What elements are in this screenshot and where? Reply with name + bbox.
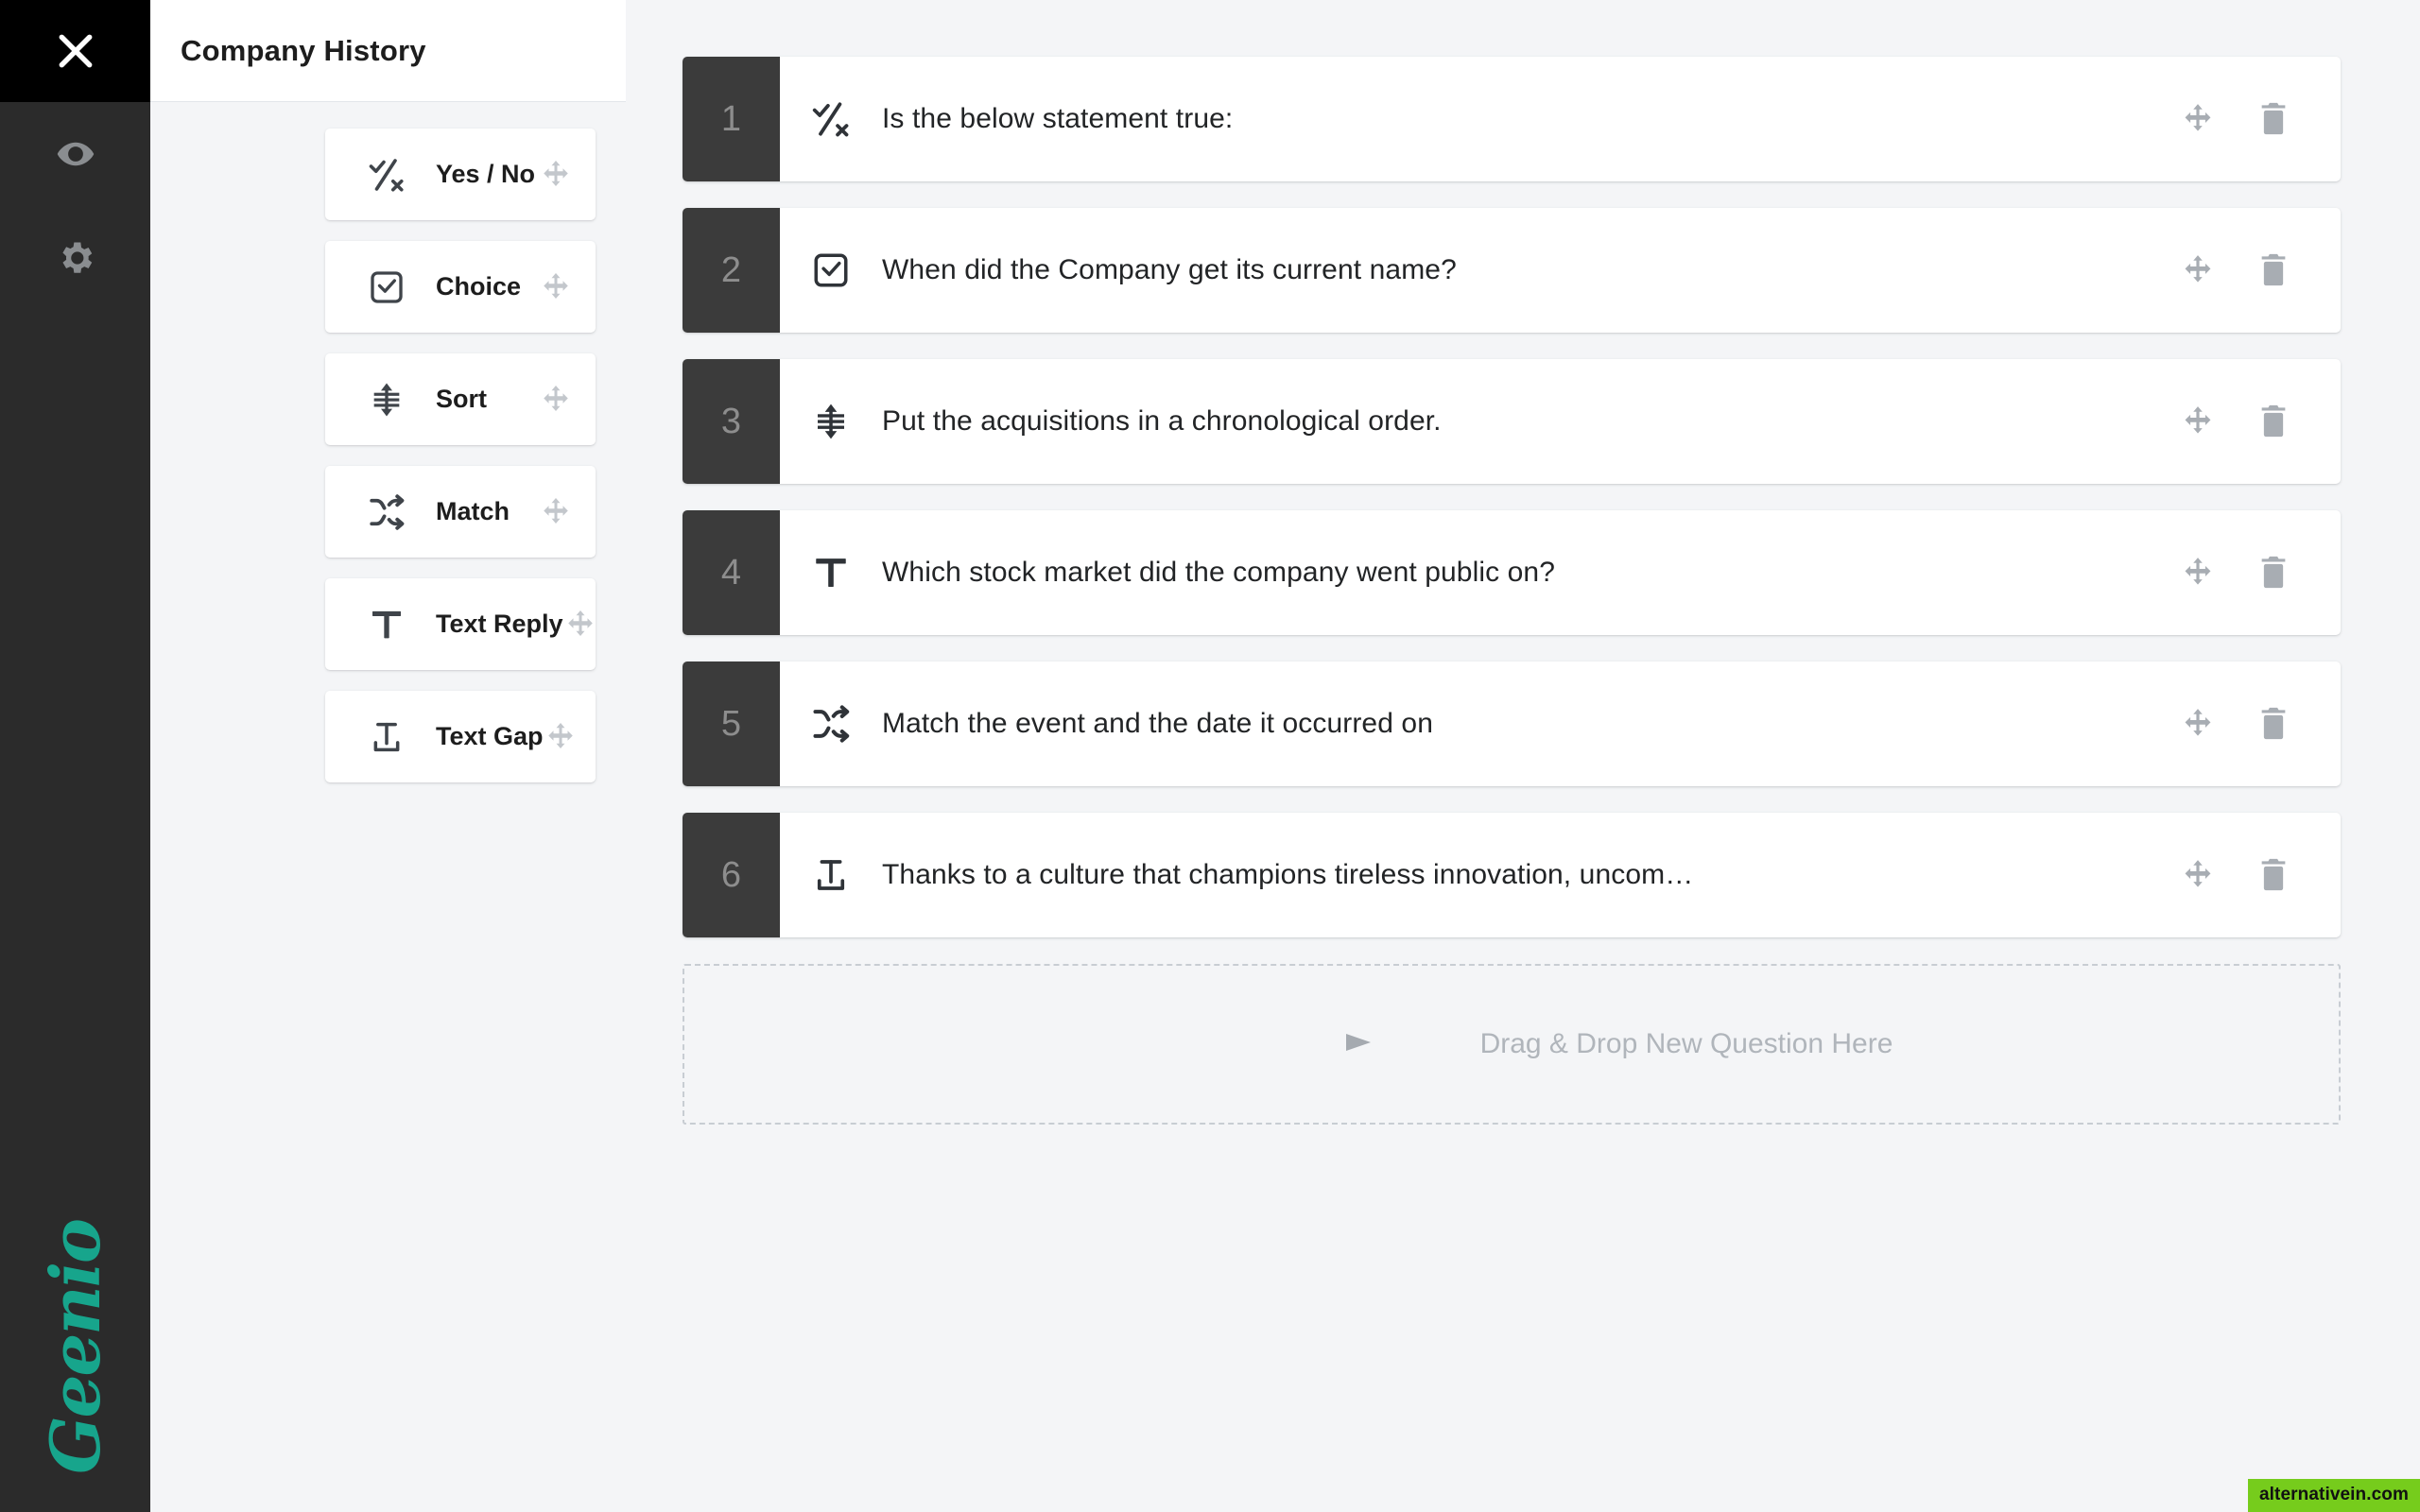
palette-item-label: Text Gap (436, 722, 544, 750)
palette-item-label: Yes / No (436, 160, 536, 188)
question-type-palette: Company History Yes / No Choice Sort Mat… (150, 0, 626, 1512)
gear-icon (55, 237, 96, 279)
question-text: Is the below statement true: (882, 103, 1234, 134)
row-actions (2180, 208, 2341, 333)
move-icon[interactable] (563, 608, 597, 642)
palette-item-text-reply[interactable]: Text Reply (325, 578, 596, 670)
palette-item-match[interactable]: Match (325, 466, 596, 558)
yes-no-icon (780, 57, 882, 181)
palette-item-label: Sort (436, 385, 487, 413)
shuffle-icon (780, 662, 882, 786)
checkbox-icon (780, 208, 882, 333)
move-icon[interactable] (2180, 555, 2216, 591)
move-icon[interactable] (2180, 252, 2216, 288)
trash-icon[interactable] (2257, 555, 2290, 591)
question-text: Thanks to a culture that champions tirel… (882, 859, 1694, 890)
page-title: Company History (181, 33, 426, 67)
row-actions (2180, 510, 2341, 635)
table-row[interactable]: 2 When did the Company get its current n… (683, 208, 2341, 333)
move-icon[interactable] (539, 270, 573, 304)
question-index: 3 (683, 359, 780, 484)
sort-icon (780, 359, 882, 484)
watermark-badge: alternativein.com (2248, 1479, 2420, 1512)
question-index: 1 (683, 57, 780, 181)
drop-zone-label: Drag & Drop New Question Here (1479, 1028, 1893, 1059)
move-icon[interactable] (544, 720, 578, 754)
trash-icon[interactable] (2257, 252, 2290, 288)
palette-item-label: Match (436, 497, 510, 525)
trash-icon[interactable] (2257, 857, 2290, 893)
eye-icon (56, 134, 95, 174)
palette-item-yes-no[interactable]: Yes / No (325, 129, 596, 220)
text-icon (363, 606, 410, 644)
palette-item-label: Choice (436, 272, 522, 301)
preview-button[interactable] (0, 102, 150, 206)
settings-button[interactable] (0, 206, 150, 310)
move-icon[interactable] (2180, 404, 2216, 439)
move-icon[interactable] (539, 158, 573, 192)
question-index: 5 (683, 662, 780, 786)
geenio-logo: Geenio (0, 1220, 150, 1474)
palette-item-choice[interactable]: Choice (325, 241, 596, 333)
logo-text: Geenio (34, 1220, 115, 1474)
yes-no-icon (363, 155, 410, 195)
trash-icon[interactable] (2257, 706, 2290, 742)
left-rail: Geenio (0, 0, 150, 1512)
checkbox-icon (363, 268, 410, 306)
question-list-canvas: 1 Is the below statement true: 2 When di… (626, 0, 2420, 1512)
table-row[interactable]: 4 Which stock market did the company wen… (683, 510, 2341, 635)
trash-icon[interactable] (2257, 101, 2290, 137)
question-index: 4 (683, 510, 780, 635)
question-text: Which stock market did the company went … (882, 557, 1556, 588)
table-row[interactable]: 6 Thanks to a culture that champions tir… (683, 813, 2341, 937)
move-icon[interactable] (2180, 857, 2216, 893)
palette-item-label: Text Reply (436, 610, 563, 638)
text-gap-icon (363, 718, 410, 756)
text-icon (780, 510, 882, 635)
shuffle-icon (363, 492, 410, 532)
row-actions (2180, 359, 2341, 484)
palette-header: Company History (150, 0, 626, 102)
table-row[interactable]: 5 Match the event and the date it occurr… (683, 662, 2341, 786)
palette-item-list: Yes / No Choice Sort Match Text Reply Te… (150, 102, 626, 803)
trash-icon[interactable] (2257, 404, 2290, 439)
row-actions (2180, 57, 2341, 181)
question-text: Put the acquisitions in a chronological … (882, 405, 1442, 437)
question-text: When did the Company get its current nam… (882, 254, 1457, 285)
move-icon[interactable] (2180, 101, 2216, 137)
close-button[interactable] (0, 0, 150, 102)
move-icon[interactable] (539, 383, 573, 417)
sort-icon (363, 381, 410, 419)
move-icon[interactable] (539, 495, 573, 529)
move-icon[interactable] (2180, 706, 2216, 742)
palette-item-sort[interactable]: Sort (325, 353, 596, 445)
close-icon (55, 30, 96, 72)
palette-item-text-gap[interactable]: Text Gap (325, 691, 596, 782)
table-row[interactable]: 3 Put the acquisitions in a chronologica… (683, 359, 2341, 484)
question-index: 6 (683, 813, 780, 937)
row-actions (2180, 813, 2341, 937)
app-root: Geenio Company History Yes / No Choice S… (0, 0, 2420, 1512)
table-row[interactable]: 1 Is the below statement true: (683, 57, 2341, 181)
row-actions (2180, 662, 2341, 786)
question-text: Match the event and the date it occurred… (882, 708, 1434, 739)
arrow-right-icon (1130, 1030, 1376, 1059)
text-gap-icon (780, 813, 882, 937)
question-index: 2 (683, 208, 780, 333)
drag-drop-zone[interactable]: Drag & Drop New Question Here (683, 964, 2341, 1125)
